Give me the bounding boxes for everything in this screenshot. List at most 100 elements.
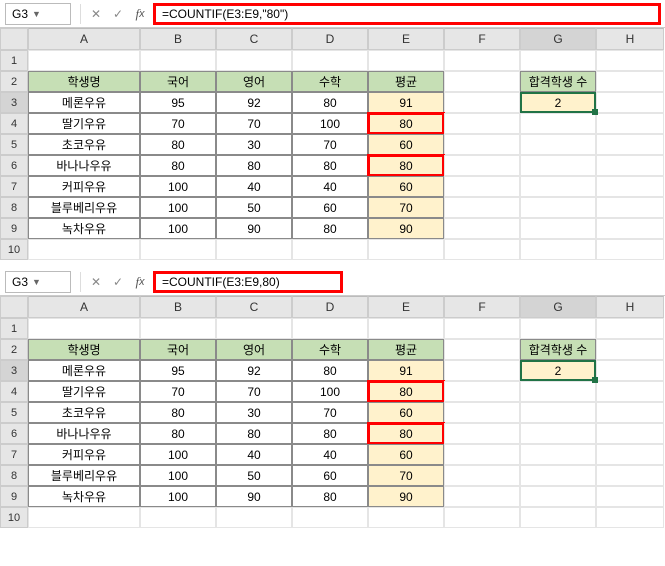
table-header-kor[interactable]: 국어	[140, 339, 216, 360]
row-header[interactable]: 6	[0, 155, 28, 176]
row-header[interactable]: 5	[0, 134, 28, 155]
cell-eng[interactable]: 70	[216, 113, 292, 134]
cell-avg[interactable]: 60	[368, 134, 444, 155]
result-header[interactable]: 합격학생 수	[520, 71, 596, 92]
cell-name[interactable]: 바나나우유	[28, 423, 140, 444]
cell-eng[interactable]: 40	[216, 176, 292, 197]
cell[interactable]	[596, 444, 664, 465]
spreadsheet-grid[interactable]: ABCDEFGH12학생명국어영어수학평균합격학생 수3메론우유95928091…	[0, 28, 665, 260]
table-header-name[interactable]: 학생명	[28, 339, 140, 360]
cell[interactable]	[292, 50, 368, 71]
enter-icon[interactable]: ✓	[107, 271, 129, 293]
name-box[interactable]: G3▼	[5, 3, 71, 25]
cell-eng[interactable]: 80	[216, 423, 292, 444]
select-all-corner[interactable]	[0, 296, 28, 318]
chevron-down-icon[interactable]: ▼	[32, 277, 41, 287]
col-header[interactable]: B	[140, 28, 216, 50]
cell-name[interactable]: 바나나우유	[28, 155, 140, 176]
cell[interactable]	[368, 50, 444, 71]
cell[interactable]	[140, 318, 216, 339]
cell[interactable]	[216, 507, 292, 528]
cell[interactable]	[28, 239, 140, 260]
cell[interactable]	[140, 50, 216, 71]
cell[interactable]	[596, 71, 664, 92]
row-header[interactable]: 7	[0, 444, 28, 465]
col-header[interactable]: G	[520, 296, 596, 318]
cell-math[interactable]: 40	[292, 444, 368, 465]
cell[interactable]	[444, 50, 520, 71]
cell-eng[interactable]: 30	[216, 402, 292, 423]
cell[interactable]	[444, 381, 520, 402]
row-header[interactable]: 8	[0, 465, 28, 486]
cell[interactable]	[28, 507, 140, 528]
cell-math[interactable]: 60	[292, 197, 368, 218]
cell-name[interactable]: 메론우유	[28, 92, 140, 113]
cell-math[interactable]: 80	[292, 218, 368, 239]
cell[interactable]	[444, 134, 520, 155]
col-header[interactable]: H	[596, 296, 664, 318]
col-header[interactable]: H	[596, 28, 664, 50]
cell[interactable]	[444, 197, 520, 218]
cell-kor[interactable]: 70	[140, 113, 216, 134]
cell[interactable]	[368, 318, 444, 339]
cell[interactable]	[28, 50, 140, 71]
result-cell[interactable]: 2	[520, 92, 596, 113]
cell-name[interactable]: 메론우유	[28, 360, 140, 381]
cell-eng[interactable]: 70	[216, 381, 292, 402]
cell-name[interactable]: 딸기우유	[28, 113, 140, 134]
cell[interactable]	[140, 239, 216, 260]
cell-avg[interactable]: 90	[368, 486, 444, 507]
row-header[interactable]: 9	[0, 486, 28, 507]
cell[interactable]	[520, 423, 596, 444]
cell[interactable]	[216, 50, 292, 71]
cell-avg[interactable]: 91	[368, 360, 444, 381]
enter-icon[interactable]: ✓	[107, 3, 129, 25]
cell[interactable]	[596, 239, 664, 260]
table-header-avg[interactable]: 평균	[368, 71, 444, 92]
row-header[interactable]: 1	[0, 318, 28, 339]
name-box[interactable]: G3▼	[5, 271, 71, 293]
cell[interactable]	[520, 318, 596, 339]
cell-avg[interactable]: 80	[368, 381, 444, 402]
chevron-down-icon[interactable]: ▼	[32, 9, 41, 19]
table-header-kor[interactable]: 국어	[140, 71, 216, 92]
row-header[interactable]: 1	[0, 50, 28, 71]
cell-avg[interactable]: 60	[368, 176, 444, 197]
cell[interactable]	[444, 486, 520, 507]
table-header-avg[interactable]: 평균	[368, 339, 444, 360]
cell[interactable]	[520, 465, 596, 486]
cell-math[interactable]: 80	[292, 360, 368, 381]
cell-name[interactable]: 녹차우유	[28, 486, 140, 507]
table-header-eng[interactable]: 영어	[216, 71, 292, 92]
cell[interactable]	[444, 71, 520, 92]
cell-name[interactable]: 블루베리우유	[28, 465, 140, 486]
row-header[interactable]: 8	[0, 197, 28, 218]
col-header[interactable]: E	[368, 28, 444, 50]
cell[interactable]	[444, 465, 520, 486]
cell[interactable]	[444, 402, 520, 423]
cell[interactable]	[444, 423, 520, 444]
formula-input[interactable]: =COUNTIF(E3:E9,"80")	[153, 3, 661, 25]
cell-name[interactable]: 커피우유	[28, 444, 140, 465]
cell[interactable]	[520, 197, 596, 218]
result-header[interactable]: 합격학생 수	[520, 339, 596, 360]
cell-name[interactable]: 딸기우유	[28, 381, 140, 402]
cell-name[interactable]: 녹차우유	[28, 218, 140, 239]
cell-name[interactable]: 블루베리우유	[28, 197, 140, 218]
table-header-math[interactable]: 수학	[292, 71, 368, 92]
cell[interactable]	[368, 507, 444, 528]
cell-kor[interactable]: 80	[140, 155, 216, 176]
cell[interactable]	[444, 155, 520, 176]
cell-avg[interactable]: 70	[368, 465, 444, 486]
cell-math[interactable]: 70	[292, 134, 368, 155]
formula-input[interactable]: =COUNTIF(E3:E9,80)	[153, 271, 343, 293]
select-all-corner[interactable]	[0, 28, 28, 50]
cell[interactable]	[444, 339, 520, 360]
row-header[interactable]: 2	[0, 71, 28, 92]
cell[interactable]	[596, 360, 664, 381]
fx-icon[interactable]: fx	[129, 3, 151, 25]
cell-math[interactable]: 80	[292, 423, 368, 444]
cell[interactable]	[444, 239, 520, 260]
spreadsheet-grid[interactable]: ABCDEFGH12학생명국어영어수학평균합격학생 수3메론우유95928091…	[0, 296, 665, 528]
cancel-icon[interactable]: ✕	[85, 271, 107, 293]
